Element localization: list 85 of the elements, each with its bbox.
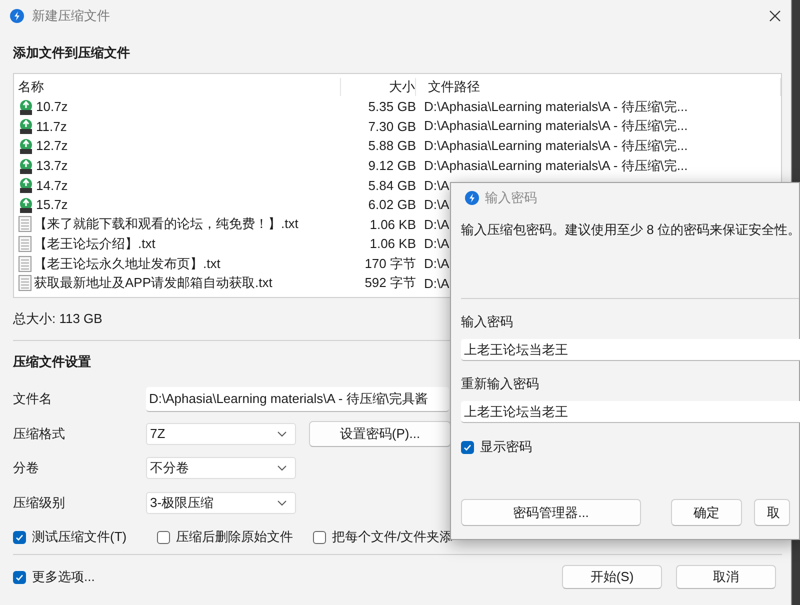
checkbox[interactable]	[13, 530, 26, 544]
checkbox-label: 压缩后删除原始文件	[176, 528, 293, 546]
text-file-icon	[18, 216, 32, 232]
chevron-down-icon	[277, 465, 287, 472]
chevron-down-icon	[277, 500, 287, 506]
file-path-cell: D:\A	[424, 178, 450, 193]
file-path-cell: D:\Aphasia\Learning materials\A - 待压缩\完...	[424, 156, 688, 175]
check-icon	[15, 572, 24, 582]
file-name-cell[interactable]: 13.7z	[14, 158, 341, 174]
field-label: 输入密码	[461, 313, 513, 331]
file-name-cell[interactable]: 获取最新地址及APP请发邮箱自动获取.txt	[14, 274, 341, 292]
cancel-button[interactable]: 取	[754, 499, 790, 526]
file-name-cell[interactable]: 10.7z	[14, 98, 341, 115]
app-logo-icon	[10, 9, 24, 23]
file-size-cell-text: 9.12 GB	[367, 158, 416, 174]
dropdown[interactable]: 3-极限压缩	[146, 492, 296, 514]
file-size-cell-text: 7.30 GB	[367, 118, 416, 134]
check-icon	[463, 442, 472, 452]
archive-file-icon	[18, 177, 34, 194]
file-name-cell[interactable]: 【老王论坛永久地址发布页】.txt	[14, 254, 341, 273]
checkbox[interactable]	[313, 530, 326, 544]
text-file-icon	[18, 236, 32, 252]
total-size-text: 总大小: 113 GB	[13, 311, 102, 326]
section-heading: 压缩文件设置	[13, 353, 91, 371]
dialog-message: 输入压缩包密码。建议使用至少 8 位的密码来保证安全性。	[461, 222, 800, 237]
file-name-cell[interactable]: 11.7z	[14, 118, 341, 134]
checkbox[interactable]	[157, 530, 170, 544]
password-manager-button[interactable]: 密码管理器...	[461, 499, 641, 526]
file-path-cell: D:\Aphasia\Learning materials\A - 待压缩\完...	[424, 136, 688, 155]
dropdown[interactable]: 7Z	[146, 422, 296, 445]
file-name-cell[interactable]: 【来了就能下载和观看的论坛，纯免费！】.txt	[14, 215, 341, 234]
window-title: 新建压缩文件	[32, 7, 110, 25]
file-path-cell: D:\A	[424, 276, 450, 291]
archive-file-icon	[18, 118, 34, 134]
file-size-cell-text: 170 字节	[364, 254, 416, 273]
file-path-cell: D:\A	[424, 197, 450, 212]
file-name-cell[interactable]: 14.7z	[14, 177, 341, 194]
field-label: 压缩级别	[13, 494, 66, 512]
file-size-cell-text: 5.88 GB	[367, 138, 416, 154]
close-icon[interactable]	[769, 10, 781, 22]
chevron-down-icon	[277, 430, 287, 437]
file-path-cell: D:\A	[424, 236, 450, 252]
check-icon	[15, 532, 24, 542]
checkbox[interactable]	[13, 570, 26, 584]
dialog-button[interactable]: 开始(S)	[562, 565, 662, 589]
file-size-cell-text: 592 字节	[364, 274, 416, 292]
field-label: 分卷	[13, 459, 40, 478]
set-password-button[interactable]: 设置密码(P)...	[309, 420, 451, 447]
checkbox-label: 显示密码	[480, 438, 532, 456]
archive-file-icon	[18, 98, 34, 115]
field-label: 压缩格式	[13, 424, 66, 443]
section-heading: 添加文件到压缩文件	[13, 44, 130, 62]
column-header[interactable]: 大小	[349, 78, 416, 96]
column-header[interactable]: 文件路径	[424, 78, 781, 96]
file-size-cell-text: 5.35 GB	[367, 99, 416, 114]
filename-field[interactable]: D:\Aphasia\Learning materials\A - 待压缩\完具酱	[146, 386, 449, 412]
file-path-cell: D:\A	[424, 256, 450, 272]
confirm-password-field[interactable]: 上老王论坛当老王	[461, 401, 800, 423]
file-path-cell: D:\Aphasia\Learning materials\A - 待压缩\完...	[424, 98, 688, 116]
checkbox[interactable]	[461, 440, 474, 454]
field-label: 文件名	[13, 390, 53, 408]
password-field[interactable]: 上老王论坛当老王	[461, 339, 800, 361]
archive-file-icon	[18, 138, 34, 154]
archive-file-icon	[18, 158, 34, 174]
dropdown[interactable]: 不分卷	[146, 457, 296, 480]
archive-file-icon	[18, 196, 34, 213]
ok-button[interactable]: 确定	[671, 499, 742, 526]
file-path-cell: D:\A	[424, 216, 450, 232]
file-name-cell[interactable]: 15.7z	[14, 196, 341, 213]
file-size-cell-text: 1.06 KB	[368, 216, 416, 232]
file-size-cell-text: 1.06 KB	[368, 236, 416, 252]
checkbox-label: 更多选项...	[32, 568, 95, 586]
checkbox-label: 测试压缩文件(T)	[32, 528, 127, 546]
app-logo-icon	[465, 191, 479, 205]
text-file-icon	[18, 256, 32, 272]
field-label: 重新输入密码	[461, 375, 539, 393]
dialog-button[interactable]: 取消	[676, 565, 776, 589]
dialog-title: 输入密码	[485, 189, 537, 207]
file-size-cell-text: 6.02 GB	[367, 197, 416, 212]
column-header[interactable]: 名称	[14, 78, 341, 96]
file-name-cell[interactable]: 12.7z	[14, 138, 341, 154]
text-file-icon	[18, 275, 32, 292]
file-size-cell-text: 5.84 GB	[367, 178, 416, 193]
file-name-cell[interactable]: 【老王论坛介绍】.txt	[14, 234, 341, 253]
file-path-cell: D:\Aphasia\Learning materials\A - 待压缩\完...	[424, 117, 688, 136]
